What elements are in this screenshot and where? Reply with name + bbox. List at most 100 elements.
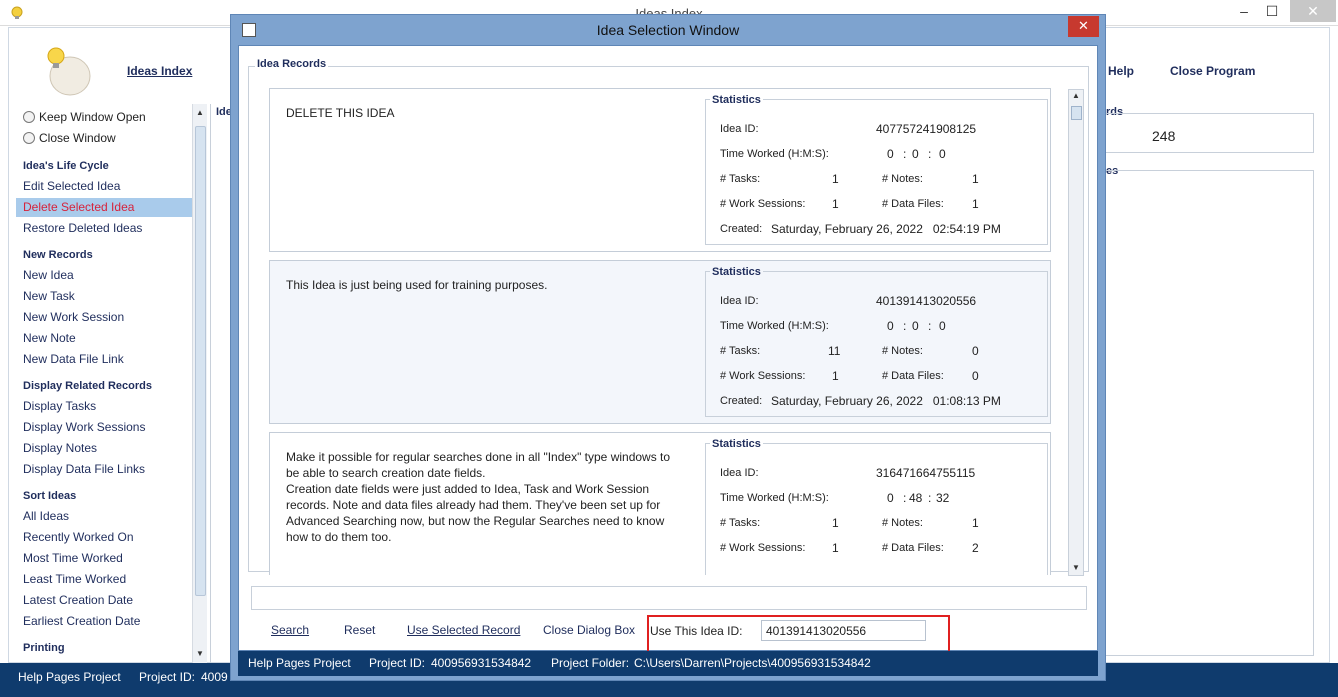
idea-id-value: 407757241908125	[876, 122, 977, 136]
sidebar-item-new-task[interactable]: New Task	[16, 287, 192, 306]
search-button[interactable]: Search	[271, 623, 309, 637]
time-sep: :	[928, 147, 932, 161]
sidebar-item-display-notes[interactable]: Display Notes	[16, 439, 192, 458]
work-sessions-label: # Work Sessions:	[720, 198, 806, 210]
sidebar-item-edit-selected-idea[interactable]: Edit Selected Idea	[16, 177, 192, 196]
sidebar-item-new-work-session[interactable]: New Work Session	[16, 308, 192, 327]
radio-keep-window-open[interactable]: Keep Window Open	[23, 110, 146, 124]
work-sessions-label: # Work Sessions:	[720, 542, 806, 554]
idea-selection-dialog: Idea Selection Window ✕ Idea Records DEL…	[230, 14, 1106, 681]
use-this-idea-id-input[interactable]	[761, 620, 926, 641]
sidebar-item-new-idea[interactable]: New Idea	[16, 266, 192, 285]
tasks-value: 11	[828, 344, 841, 358]
nav-close-program[interactable]: Close Program	[1170, 64, 1255, 78]
time-minutes: 0	[912, 147, 919, 161]
time-sep: :	[903, 147, 907, 161]
scroll-down-arrow-icon[interactable]: ▼	[196, 649, 204, 658]
idea-id-label: Idea ID:	[720, 123, 759, 135]
dialog-status-project-id-label: Project ID:	[369, 656, 426, 670]
idea-id-label: Idea ID:	[720, 467, 759, 479]
time-worked-label: Time Worked (H:M:S):	[720, 320, 829, 332]
notes-value: 1	[972, 172, 979, 186]
status-project-id: 4009	[201, 670, 228, 684]
record-description: DELETE THIS IDEA	[286, 106, 395, 120]
tasks-label: # Tasks:	[720, 173, 761, 185]
data-files-value: 2	[972, 541, 979, 555]
sidebar-item-earliest-creation-date[interactable]: Earliest Creation Date	[16, 612, 192, 631]
sidebar-item-latest-creation-date[interactable]: Latest Creation Date	[16, 591, 192, 610]
nav-ideas-index[interactable]: Ideas Index	[127, 64, 192, 78]
created-value: Saturday, February 26, 2022 01:08:13 PM	[771, 394, 1001, 408]
created-value: Saturday, February 26, 2022 02:54:19 PM	[771, 222, 1001, 236]
data-files-label: # Data Files:	[882, 370, 944, 382]
sidebar-item-display-tasks[interactable]: Display Tasks	[16, 397, 192, 416]
radio-close-window[interactable]: Close Window	[23, 131, 116, 145]
time-sep: :	[928, 491, 932, 505]
sidebar-item-new-data-file-link[interactable]: New Data File Link	[16, 350, 192, 369]
time-seconds: 0	[939, 147, 946, 161]
record-card-selected[interactable]: This Idea is just being used for trainin…	[269, 260, 1051, 424]
record-statistics: Statistics Idea ID: 316471664755115 Time…	[705, 438, 1048, 575]
sidebar-item-recently-worked-on[interactable]: Recently Worked On	[16, 528, 192, 547]
radio-icon[interactable]	[23, 111, 35, 123]
records-scroll-thumb[interactable]	[1071, 106, 1082, 120]
data-files-label: # Data Files:	[882, 542, 944, 554]
dialog-status-project-id: 400956931534842	[431, 656, 532, 670]
notes-value: 1	[972, 516, 979, 530]
record-count-box	[1100, 113, 1314, 153]
scroll-up-arrow-icon[interactable]: ▲	[196, 108, 204, 117]
time-sep: :	[903, 491, 907, 505]
tasks-value: 1	[832, 516, 839, 530]
sidebar-item-display-work-sessions[interactable]: Display Work Sessions	[16, 418, 192, 437]
sidebar-item-least-time-worked[interactable]: Least Time Worked	[16, 570, 192, 589]
tasks-label: # Tasks:	[720, 345, 761, 357]
work-sessions-value: 1	[832, 541, 839, 555]
tasks-label: # Tasks:	[720, 517, 761, 529]
ideas-panel-edge	[210, 104, 232, 664]
sidebar-item-restore-deleted-ideas[interactable]: Restore Deleted Ideas	[16, 219, 192, 238]
record-card[interactable]: DELETE THIS IDEA Statistics Idea ID: 407…	[269, 88, 1051, 252]
close-dialog-box-button[interactable]: Close Dialog Box	[543, 623, 635, 637]
dialog-status-project: Help Pages Project	[248, 656, 351, 670]
records-list[interactable]: DELETE THIS IDEA Statistics Idea ID: 407…	[261, 88, 1061, 575]
record-count: 248	[1152, 128, 1176, 144]
sidebar-item-all-ideas[interactable]: All Ideas	[16, 507, 192, 526]
sidebar-item-new-note[interactable]: New Note	[16, 329, 192, 348]
scroll-up-arrow-icon[interactable]: ▲	[1072, 91, 1080, 100]
data-files-value: 1	[972, 197, 979, 211]
time-hours: 0	[887, 319, 894, 333]
sidebar-item-display-data-file-links[interactable]: Display Data File Links	[16, 460, 192, 479]
scroll-down-arrow-icon[interactable]: ▼	[1072, 563, 1080, 572]
radio-icon[interactable]	[23, 132, 35, 144]
work-sessions-value: 1	[832, 197, 839, 211]
record-description: This Idea is just being used for trainin…	[286, 278, 548, 292]
maximize-icon[interactable]: ☐	[1257, 0, 1287, 22]
sidebar-scrollbar[interactable]: ▲ ▼	[192, 104, 207, 664]
main-close-icon[interactable]: ✕	[1290, 0, 1336, 22]
sidebar-item-delete-selected-idea[interactable]: Delete Selected Idea	[16, 198, 192, 217]
sidebar-scroll-thumb[interactable]	[195, 126, 206, 596]
idea-records-label: Idea Records	[255, 58, 329, 70]
section-life-cycle: Idea's Life Cycle	[23, 160, 109, 172]
time-worked-label: Time Worked (H:M:S):	[720, 148, 829, 160]
reset-button[interactable]: Reset	[344, 623, 375, 637]
time-hours: 0	[887, 147, 894, 161]
message-field	[251, 586, 1087, 610]
sidebar-item-most-time-worked[interactable]: Most Time Worked	[16, 549, 192, 568]
records-scrollbar[interactable]: ▲ ▼	[1068, 89, 1084, 576]
dialog-close-icon[interactable]: ✕	[1068, 16, 1099, 37]
record-card[interactable]: Make it possible for regular searches do…	[269, 432, 1051, 575]
idea-id-value: 401391413020556	[876, 294, 977, 308]
time-minutes: 48	[909, 491, 923, 505]
notes-label: # Notes:	[882, 345, 923, 357]
dialog-status-bar: Help Pages Project Project ID: 400956931…	[238, 651, 1098, 676]
dialog-status-folder-label: Project Folder:	[551, 656, 630, 670]
nav-help[interactable]: Help	[1108, 64, 1134, 78]
use-selected-record-button[interactable]: Use Selected Record	[407, 623, 520, 637]
statistics-label: Statistics	[710, 266, 763, 278]
dialog-body: Idea Records DELETE THIS IDEA Statistics…	[238, 45, 1098, 653]
minimize-icon[interactable]: –	[1229, 0, 1259, 22]
ideas-logo-icon	[47, 47, 91, 96]
section-new-records: New Records	[23, 249, 93, 261]
time-seconds: 0	[939, 319, 946, 333]
